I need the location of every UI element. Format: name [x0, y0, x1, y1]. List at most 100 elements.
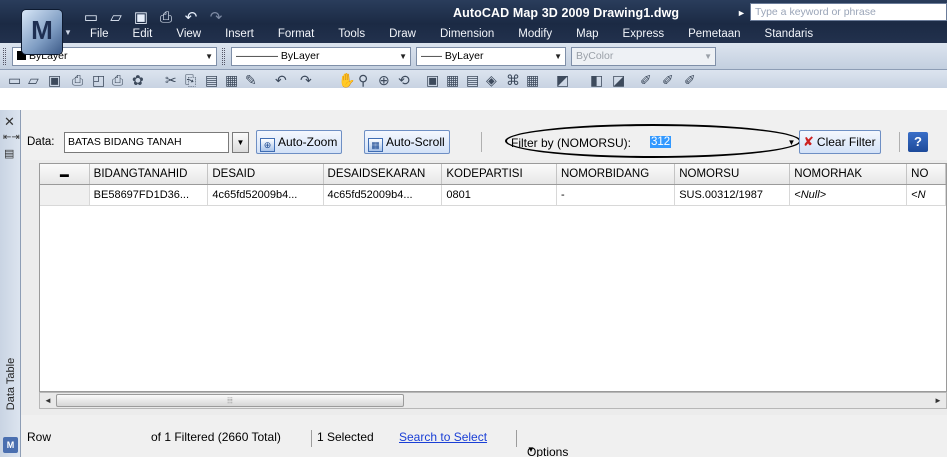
menu-express[interactable]: Express — [611, 25, 677, 43]
tool-palettes-icon[interactable]: ▤ — [466, 73, 479, 88]
table-cell[interactable]: 0801 — [441, 184, 557, 206]
drawing-area[interactable] — [0, 88, 947, 110]
column-header[interactable]: KODEPARTISI — [441, 164, 557, 185]
toolbar-grip[interactable] — [222, 48, 225, 65]
lineweight-value: —— ByLayer — [421, 50, 484, 62]
zoom-window-icon[interactable]: ⊕ — [378, 73, 390, 88]
chevron-down-icon: ▼ — [554, 52, 562, 61]
pan-icon[interactable]: ✋ — [338, 73, 355, 88]
column-header[interactable]: NOMORHAK — [789, 164, 908, 185]
column-header[interactable]: NOMORSU — [674, 164, 791, 185]
pencil-icon[interactable]: ✐ — [684, 73, 696, 88]
menu-dimension[interactable]: Dimension — [428, 25, 506, 43]
publish-icon[interactable]: ⎙ — [112, 73, 123, 88]
cut-icon[interactable]: ✂ — [165, 73, 177, 88]
chevron-right-icon[interactable]: ► — [737, 8, 746, 18]
new-icon[interactable]: ▭ — [8, 73, 21, 88]
column-header[interactable]: NOMORBIDANG — [556, 164, 676, 185]
linetype-select[interactable]: ———— ByLayer ▼ — [231, 47, 411, 66]
toolbar-grip[interactable] — [3, 48, 6, 65]
brush-icon[interactable]: ✎ — [245, 73, 257, 88]
table-cell[interactable]: BE58697FD1D36... — [89, 184, 209, 206]
data-source-select[interactable]: BATAS BIDANG TANAH — [64, 132, 229, 153]
select-all-header[interactable]: ▬ — [40, 164, 90, 185]
undo-icon[interactable]: ↶ — [275, 73, 287, 88]
open-icon[interactable]: ▱ — [28, 73, 39, 88]
properties-icon[interactable]: ▣ — [426, 73, 439, 88]
menu-draw[interactable]: Draw — [377, 25, 428, 43]
row-selector[interactable] — [40, 184, 90, 206]
calculator-icon[interactable]: ▦ — [526, 73, 539, 88]
column-header[interactable]: NO — [906, 164, 946, 185]
clear-filter-button[interactable]: ✘ Clear Filter — [799, 130, 881, 154]
preview-icon[interactable]: ◰ — [92, 73, 105, 88]
standard-toolbar: ▭ ▱ ▣ ⎙ ◰ ⎙ ✿ ✂ ⎘ ▤ ▦ ✎ ↶ ↷ ✋ ⚲ ⊕ ⟲ ▣ ▦ … — [0, 70, 947, 88]
map-icon[interactable]: ◧ — [590, 73, 603, 88]
menu-view[interactable]: View — [164, 25, 213, 43]
table-cell[interactable]: - — [556, 184, 676, 206]
zoom-realtime-icon[interactable]: ⚲ — [358, 73, 368, 88]
help-icon[interactable]: ◩ — [556, 73, 569, 88]
scrollbar-thumb[interactable]: ⦙⦙⦙ — [56, 394, 404, 407]
auto-scroll-label: Auto-Scroll — [386, 135, 445, 149]
auto-zoom-button[interactable]: ⊕ Auto-Zoom — [256, 130, 343, 154]
paste-icon[interactable]: ▤ — [205, 73, 218, 88]
menu-file[interactable]: File — [78, 25, 121, 43]
attribute-table: ▬ BIDANGTANAHID DESAID DESAIDSEKARAN KOD… — [40, 164, 946, 206]
copy-icon[interactable]: ⎘ — [185, 73, 196, 88]
column-header[interactable]: DESAIDSEKARAN — [323, 164, 443, 185]
menu-edit[interactable]: Edit — [121, 25, 165, 43]
scroll-right-icon[interactable]: ► — [930, 393, 946, 408]
data-label: Data: — [27, 136, 55, 148]
design-center-icon[interactable]: ▦ — [446, 73, 459, 88]
markup-icon[interactable]: ⌘ — [506, 73, 520, 88]
auto-scroll-button[interactable]: ▦ Auto-Scroll — [364, 130, 450, 154]
clear-filter-label: Clear Filter — [816, 135, 876, 149]
chevron-down-icon: ▼ — [399, 52, 407, 61]
row-label: Row — [27, 430, 52, 444]
tool-icon[interactable]: ✿ — [132, 73, 144, 88]
help-button[interactable]: ? — [908, 132, 928, 152]
window-title: AutoCAD Map 3D 2009 Drawing1.dwg — [453, 6, 680, 20]
chevron-down-icon[interactable]: ▼ — [64, 28, 72, 37]
map-3d-logo-icon: M — [3, 437, 18, 453]
zoom-previous-icon[interactable]: ⟲ — [398, 73, 410, 88]
pencil-icon[interactable]: ✐ — [640, 73, 652, 88]
chevron-down-icon[interactable]: ▼ — [785, 133, 798, 152]
table-cell[interactable]: 4c65fd52009b4... — [323, 184, 443, 206]
close-icon[interactable]: ✕ — [4, 114, 15, 130]
properties-menu-icon[interactable]: ▤ — [4, 147, 14, 160]
data-grid[interactable]: ▬ BIDANGTANAHID DESAID DESAIDSEKARAN KOD… — [39, 163, 947, 392]
lineweight-select[interactable]: —— ByLayer ▼ — [416, 47, 566, 66]
menu-insert[interactable]: Insert — [213, 25, 266, 43]
column-header[interactable]: BIDANGTANAHID — [89, 164, 209, 185]
menu-standaris[interactable]: Standaris — [753, 25, 826, 43]
table-cell[interactable]: <Null> — [789, 184, 908, 206]
menu-modify[interactable]: Modify — [506, 25, 564, 43]
table-row[interactable]: BE58697FD1D36... 4c65fd52009b4... 4c65fd… — [40, 184, 946, 206]
auto-hide-icon[interactable]: ⇤⇥ — [3, 132, 20, 143]
application-menu-button[interactable]: M — [22, 10, 62, 54]
table-cell[interactable]: 4c65fd52009b4... — [207, 184, 324, 206]
palette-title-strip: ✕ ⇤⇥ ▤ Data Table M — [0, 110, 21, 457]
menu-format[interactable]: Format — [266, 25, 326, 43]
help-search-input[interactable]: Type a keyword or phrase — [750, 3, 947, 21]
redo-icon[interactable]: ↷ — [300, 73, 312, 88]
menu-map[interactable]: Map — [564, 25, 610, 43]
sheet-set-icon[interactable]: ◈ — [486, 73, 497, 88]
column-header[interactable]: DESAID — [207, 164, 324, 185]
match-properties-icon[interactable]: ▦ — [225, 73, 238, 88]
scroll-left-icon[interactable]: ◄ — [40, 393, 56, 408]
map-query-icon[interactable]: ◪ — [612, 73, 625, 88]
table-cell[interactable]: <N — [906, 184, 946, 206]
pencil-icon[interactable]: ✐ — [662, 73, 674, 88]
plotstyle-select[interactable]: ByColor ▼ — [571, 47, 716, 66]
horizontal-scrollbar[interactable]: ◄ ⦙⦙⦙ ► — [39, 392, 947, 409]
menu-pemetaan[interactable]: Pemetaan — [676, 25, 752, 43]
print-icon[interactable]: ⎙ — [72, 73, 83, 88]
menu-tools[interactable]: Tools — [326, 25, 377, 43]
save-icon[interactable]: ▣ — [48, 73, 61, 88]
chevron-down-icon[interactable]: ▼ — [232, 132, 249, 153]
table-cell[interactable]: SUS.00312/1987 — [674, 184, 791, 206]
search-to-select-link[interactable]: Search to Select — [399, 430, 487, 444]
